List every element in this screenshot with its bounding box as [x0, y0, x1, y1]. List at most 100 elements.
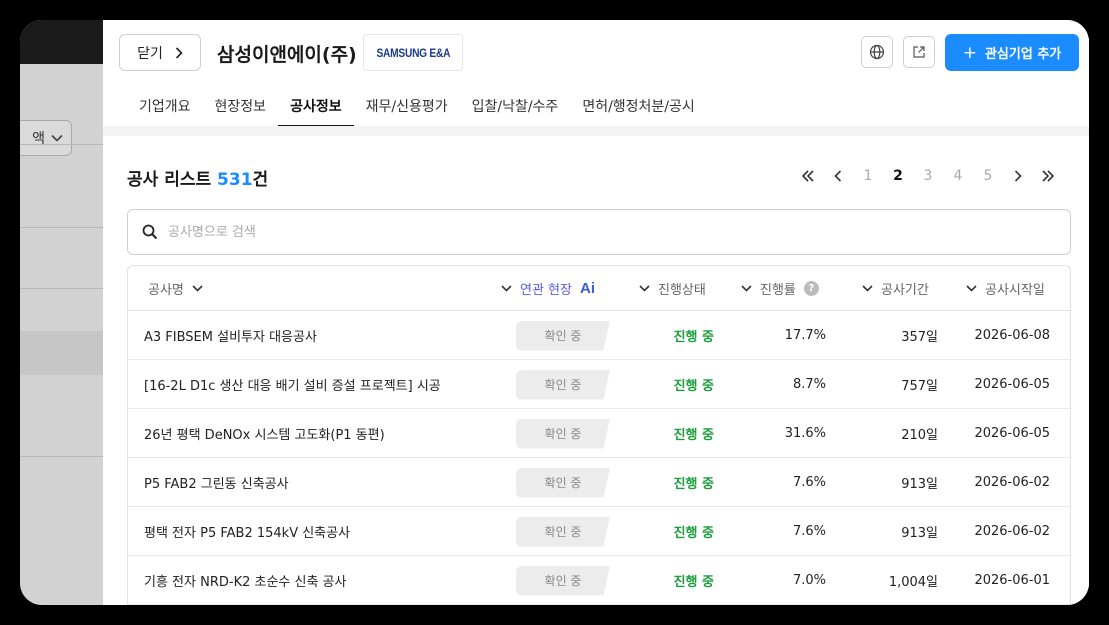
construction-table: 공사명 연관 현장 Ai 진행상태 진행률 ? 공사기간 공사시작일 A3 FI… — [127, 265, 1071, 605]
start-date: 2026-06-05 — [974, 426, 1050, 441]
construction-name: 26년 평택 DeNOx 시스템 고도화(P1 동편) — [144, 428, 385, 443]
header-related-site-label: 연관 현장 — [520, 283, 572, 298]
construction-search-input[interactable] — [168, 224, 868, 240]
company-name: 삼성이앤에이(주) — [217, 44, 357, 66]
background-divider — [20, 288, 103, 289]
header-progress[interactable]: 진행률 ? — [741, 266, 819, 311]
page-button-3[interactable]: 3 — [913, 168, 943, 184]
progress-rate: 7.0% — [792, 573, 826, 588]
plus-icon: + — [962, 42, 977, 63]
list-count-suffix: 건 — [252, 170, 269, 190]
table-row[interactable]: A3 FIBSEM 설비투자 대응공사 확인 중 진행 중 17.7% 357일… — [128, 311, 1070, 360]
company-logo: SAMSUNG E&A — [363, 34, 463, 71]
construction-period: 757일 — [901, 379, 938, 394]
header-status-label: 진행상태 — [658, 283, 706, 298]
tab-license-disposal[interactable]: 면허/행정처분/공시 — [570, 90, 706, 127]
globe-icon — [869, 44, 885, 60]
status-badge: 진행 중 — [673, 477, 714, 492]
header-start-date[interactable]: 공사시작일 — [966, 266, 1045, 311]
status-badge: 진행 중 — [673, 526, 714, 541]
background-divider — [20, 144, 103, 145]
close-button-label: 닫기 — [137, 45, 163, 62]
page-button-5[interactable]: 5 — [973, 168, 1003, 184]
company-logo-text: SAMSUNG E&A — [376, 45, 450, 60]
header-related-site[interactable]: 연관 현장 Ai — [501, 266, 595, 311]
start-date: 2026-06-05 — [974, 377, 1050, 392]
header-start-label: 공사시작일 — [985, 283, 1045, 298]
start-date: 2026-06-02 — [974, 475, 1050, 490]
device-frame: 액 닫기 삼성이앤에이(주) SAMSUNG E&A + 관심기업 추가 기업개… — [0, 0, 1109, 625]
background-divider — [20, 227, 103, 228]
construction-period: 357일 — [901, 330, 938, 345]
previous-page-button[interactable] — [823, 170, 853, 182]
panel-header: 닫기 삼성이앤에이(주) SAMSUNG E&A + 관심기업 추가 기업개요 … — [103, 20, 1089, 127]
related-site-cell: 확인 중 — [516, 507, 610, 556]
construction-period: 913일 — [901, 526, 938, 541]
progress-rate: 31.6% — [784, 426, 826, 441]
chevron-down-icon — [501, 285, 512, 292]
background-divider — [20, 456, 103, 457]
chevron-down-icon — [51, 134, 63, 142]
tab-finance-credit[interactable]: 재무/신용평가 — [354, 90, 460, 127]
tab-construction-info[interactable]: 공사정보 — [278, 90, 354, 127]
related-site-status-chip: 확인 중 — [516, 467, 610, 498]
construction-name: 기흥 전자 NRD-K2 초순수 신축 공사 — [144, 575, 347, 590]
construction-name: A3 FIBSEM 설비투자 대응공사 — [144, 330, 317, 345]
list-title-text: 공사 리스트 — [127, 170, 212, 190]
header-status[interactable]: 진행상태 — [639, 266, 706, 311]
table-row[interactable]: P5 FAB2 그린동 신축공사 확인 중 진행 중 7.6% 913일 202… — [128, 458, 1070, 507]
chevron-down-icon — [862, 285, 873, 292]
chevron-down-icon — [192, 285, 203, 292]
language-button[interactable] — [861, 36, 893, 68]
related-site-cell: 확인 중 — [516, 311, 610, 360]
header-period[interactable]: 공사기간 — [862, 266, 929, 311]
external-link-icon — [913, 46, 925, 58]
status-badge: 진행 중 — [673, 428, 714, 443]
chevron-down-icon — [966, 285, 977, 292]
help-icon[interactable]: ? — [803, 281, 819, 296]
pagination: 1 2 3 4 5 — [793, 164, 1063, 188]
chevron-right-icon — [175, 46, 183, 59]
related-site-status-chip: 확인 중 — [516, 516, 610, 547]
table-header: 공사명 연관 현장 Ai 진행상태 진행률 ? 공사기간 공사시작일 — [128, 266, 1070, 311]
tab-company-overview[interactable]: 기업개요 — [127, 90, 203, 127]
page-button-1[interactable]: 1 — [853, 168, 883, 184]
add-favorite-company-button[interactable]: + 관심기업 추가 — [945, 34, 1079, 71]
construction-period: 913일 — [901, 477, 938, 492]
search-icon — [142, 224, 158, 240]
double-chevron-left-icon — [801, 170, 814, 182]
header-name[interactable]: 공사명 — [148, 266, 203, 311]
status-badge: 진행 중 — [673, 575, 714, 590]
page-button-4[interactable]: 4 — [943, 168, 973, 184]
screen: 액 닫기 삼성이앤에이(주) SAMSUNG E&A + 관심기업 추가 기업개… — [20, 20, 1089, 605]
start-date: 2026-06-02 — [974, 524, 1050, 539]
header-name-label: 공사명 — [148, 283, 184, 298]
last-page-button[interactable] — [1033, 170, 1063, 182]
status-badge: 진행 중 — [673, 330, 714, 345]
construction-list-title: 공사 리스트 531건 — [127, 165, 268, 190]
table-row[interactable]: 기흥 전자 NRD-K2 초순수 신축 공사 확인 중 진행 중 7.0% 1,… — [128, 556, 1070, 605]
chevron-left-icon — [834, 170, 842, 182]
tab-site-info[interactable]: 현장정보 — [203, 90, 279, 127]
table-row[interactable]: 평택 전자 P5 FAB2 154kV 신축공사 확인 중 진행 중 7.6% … — [128, 507, 1070, 556]
close-button[interactable]: 닫기 — [119, 34, 201, 71]
related-site-cell: 확인 중 — [516, 360, 610, 409]
related-site-cell: 확인 중 — [516, 409, 610, 458]
construction-period: 1,004일 — [888, 575, 938, 590]
open-external-button[interactable] — [903, 36, 935, 68]
construction-name: P5 FAB2 그린동 신축공사 — [144, 477, 289, 492]
next-page-button[interactable] — [1003, 170, 1033, 182]
header-period-label: 공사기간 — [881, 283, 929, 298]
table-row[interactable]: [16-2L D1c 생산 대응 배기 설비 증설 프로젝트] 시공 확인 중 … — [128, 360, 1070, 409]
tab-bidding[interactable]: 입찰/낙찰/수주 — [460, 90, 571, 127]
related-site-status-chip: 확인 중 — [516, 418, 610, 449]
chevron-right-icon — [1014, 170, 1022, 182]
page-button-2[interactable]: 2 — [883, 168, 913, 184]
table-row[interactable]: 26년 평택 DeNOx 시스템 고도화(P1 동편) 확인 중 진행 중 31… — [128, 409, 1070, 458]
related-site-cell: 확인 중 — [516, 458, 610, 507]
first-page-button[interactable] — [793, 170, 823, 182]
ai-badge: Ai — [579, 280, 595, 297]
section-divider — [103, 126, 1089, 136]
start-date: 2026-06-08 — [974, 328, 1050, 343]
tab-bar: 기업개요 현장정보 공사정보 재무/신용평가 입찰/낙찰/수주 면허/행정처분/… — [127, 90, 707, 127]
